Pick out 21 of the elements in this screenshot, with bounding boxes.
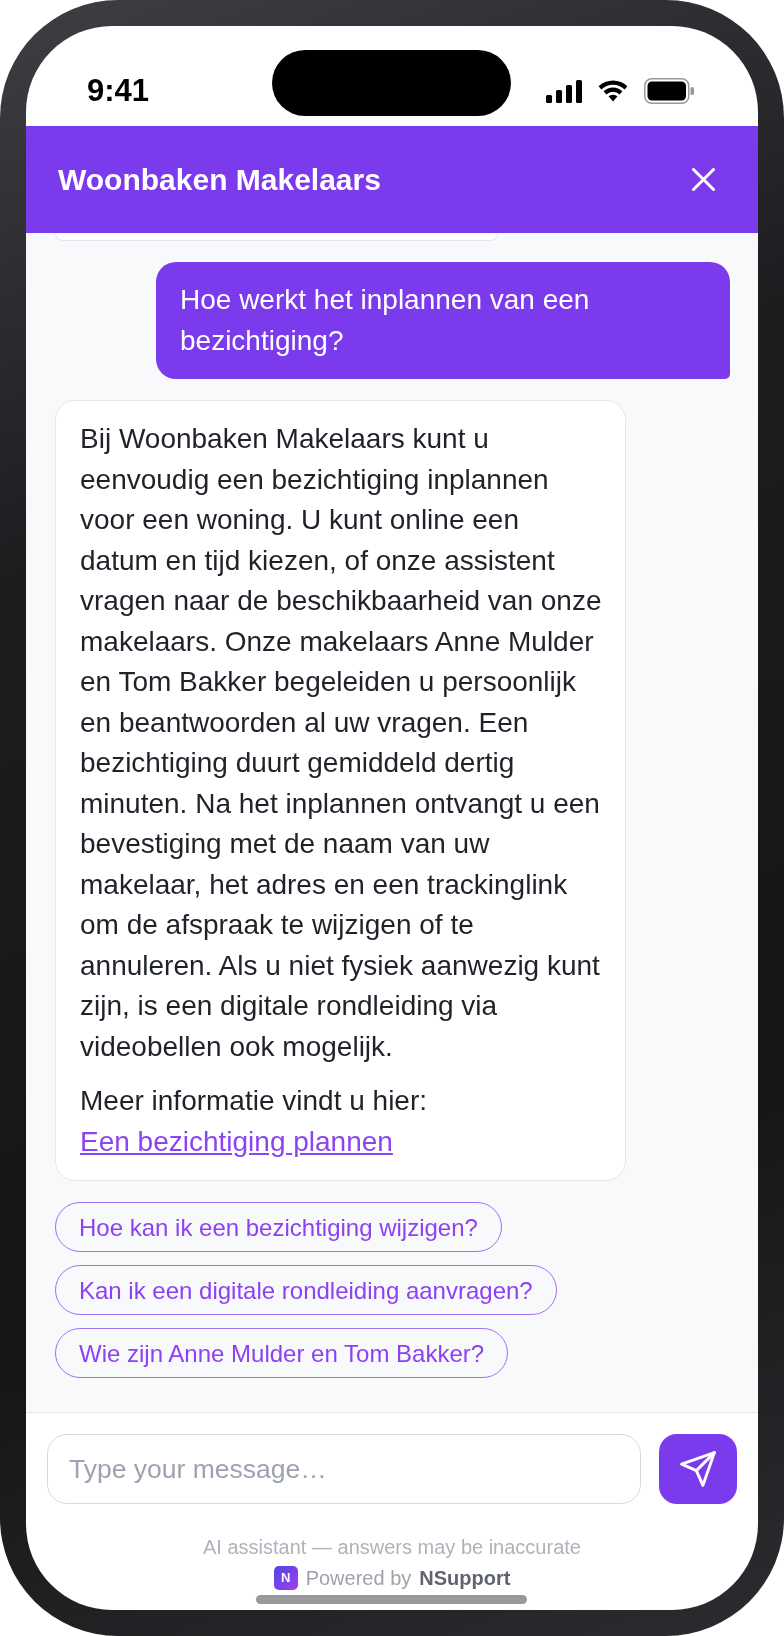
- status-time: 9:41: [87, 74, 150, 108]
- send-button[interactable]: [659, 1434, 737, 1504]
- suggestion-chip[interactable]: Hoe kan ik een bezichtiging wijzigen?: [55, 1202, 502, 1252]
- close-button[interactable]: [692, 168, 715, 191]
- brand-name: NSupport: [419, 1566, 511, 1590]
- message-input[interactable]: Type your message…: [47, 1434, 641, 1504]
- suggestion-chip[interactable]: Kan ik een digitale rondleiding aanvragen?: [55, 1265, 557, 1315]
- send-icon: [680, 1451, 716, 1487]
- user-message: Hoe werkt het inplannen van een bezichtiging?: [156, 262, 730, 379]
- info-link[interactable]: Een bezichtiging plannen: [80, 1125, 393, 1157]
- message-text: Bij Woonbaken Makelaars kunt u eenvoudig een bezichtiging inplannen voor een woning. U kunt online een datum en tijd kiezen, of onze assistent vragen naar de beschikbaarheid van onze makelaars. Onze makelaars Anne Mulder en Tom Bakker begeleiden u persoonlijk en beantwoorden al uw vragen. Een bezichtiging duurt gemiddeld dertig minuten. Na het inplannen ontvangt u een bevestiging met de naam van uw makelaar, het adres en een trackinglink om de afspraak te wijzigen of te annuleren. Als u niet fysiek aanwezig kunt zijn, is een digitale rondleiding via videobellen ook mogelijk.: [80, 422, 603, 1064]
- suggestion-chip[interactable]: Wie zijn Anne Mulder en Tom Bakker?: [55, 1328, 509, 1378]
- wifi-icon: [597, 80, 629, 102]
- signal-icon: [546, 79, 582, 103]
- disclaimer-text: AI assistant — answers may be inaccurate: [203, 1535, 581, 1559]
- powered-by-text: Powered by: [305, 1566, 412, 1590]
- battery-icon: [644, 78, 694, 104]
- header-title: Woonbaken Makelaars: [58, 161, 381, 198]
- close-icon: [692, 168, 715, 191]
- message-text: Meer informatie vindt u hier: Een bezichtiging plannen: [80, 1084, 429, 1159]
- brand-logo: N: [273, 1566, 298, 1590]
